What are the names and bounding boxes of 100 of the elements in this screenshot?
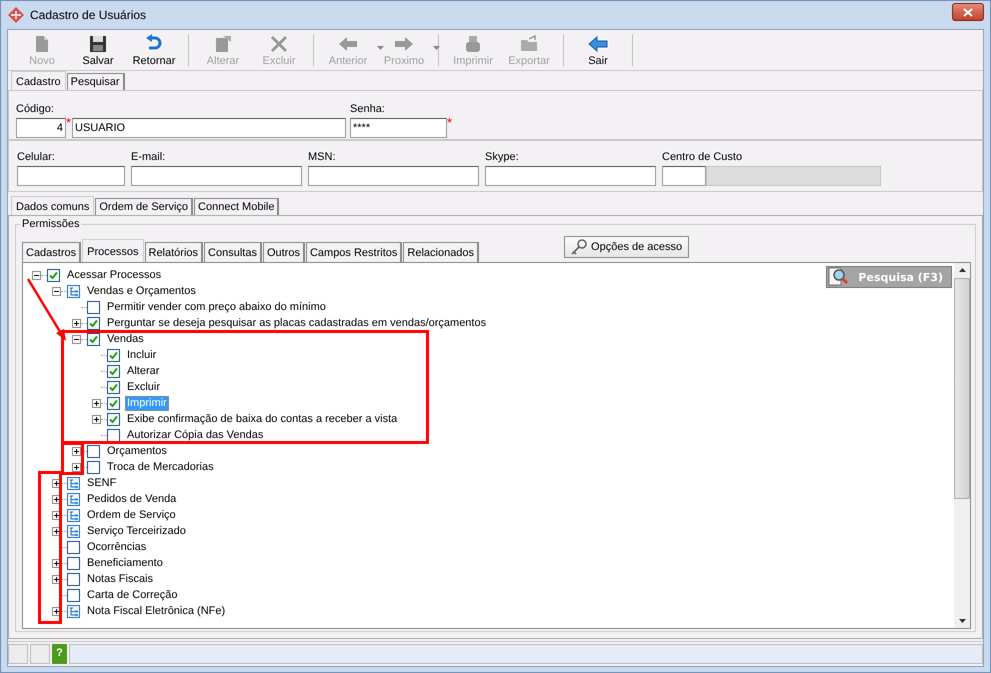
toolbar-button[interactable]: Retornar	[126, 30, 182, 70]
tree-item[interactable]: Vendas	[105, 332, 146, 346]
tab[interactable]: Dados comuns	[11, 196, 94, 215]
expand-icon[interactable]	[52, 558, 61, 568]
folder-icon	[519, 34, 539, 54]
checkbox[interactable]	[107, 380, 120, 394]
field-label: Skype:	[485, 151, 520, 164]
tree-list-icon	[67, 604, 80, 618]
checkbox[interactable]	[67, 540, 80, 554]
input-field[interactable]	[131, 166, 302, 186]
tree-item[interactable]: Orçamentos	[105, 444, 169, 458]
tab[interactable]: Cadastros	[22, 242, 82, 262]
scrollbar-thumb[interactable]	[954, 278, 970, 499]
tree-item[interactable]: Permitir vender com preço abaixo do mínimo	[105, 300, 328, 314]
field-label: MSN:	[308, 151, 336, 164]
collapse-icon[interactable]	[32, 270, 41, 280]
tree-item[interactable]: Exibe confirmação de baixa do contas a receber a vista	[125, 412, 400, 426]
tab[interactable]: Consultas	[204, 242, 262, 262]
expand-icon[interactable]	[52, 574, 61, 584]
tree-item[interactable]: Excluir	[125, 380, 162, 394]
field-label: Celular:	[17, 151, 56, 164]
close-button[interactable]	[952, 3, 984, 21]
tree-item[interactable]: Vendas e Orçamentos	[85, 284, 198, 298]
toolbar-button[interactable]: Salvar	[70, 30, 126, 70]
vertical-scrollbar[interactable]	[954, 263, 970, 628]
tab[interactable]: Campos Restritos	[306, 242, 402, 262]
tree-item[interactable]: Incluir	[125, 348, 158, 362]
tab[interactable]: Relacionados	[403, 242, 480, 262]
tree-item[interactable]: Autorizar Cópia das Vendas	[125, 428, 266, 442]
tree-list-icon	[67, 508, 80, 522]
tree-item[interactable]: Pedidos de Venda	[85, 492, 178, 506]
checkbox[interactable]	[87, 460, 100, 474]
expand-icon[interactable]	[52, 478, 61, 488]
tree-item[interactable]: Alterar	[125, 364, 162, 378]
name-field[interactable]: USUARIO	[72, 118, 346, 138]
tree-item[interactable]: Troca de Mercadorias	[105, 460, 216, 474]
tree-item[interactable]: Ocorrências	[85, 540, 148, 554]
tab[interactable]: Pesquisar	[66, 73, 125, 90]
checkbox[interactable]	[107, 428, 120, 442]
expand-icon[interactable]	[72, 462, 81, 472]
tree-list-icon	[67, 524, 80, 538]
checkbox[interactable]	[47, 268, 60, 282]
tree-item[interactable]: SENF	[85, 476, 118, 490]
code-field[interactable]: 4	[16, 118, 66, 138]
tab[interactable]: Processos	[82, 239, 144, 262]
input-field[interactable]	[662, 166, 706, 186]
app-logo-icon	[8, 7, 24, 23]
edit-icon	[213, 34, 233, 54]
password-field[interactable]: ****	[350, 118, 447, 138]
delete-x-icon	[269, 34, 289, 54]
checkbox[interactable]	[87, 316, 100, 330]
expand-icon[interactable]	[52, 606, 61, 616]
tree-item[interactable]: Perguntar se deseja pesquisar as placas cadastradas em vendas/orçamentos	[105, 316, 488, 330]
left-arrow-icon	[588, 34, 608, 54]
expand-icon[interactable]	[52, 526, 61, 536]
checkbox[interactable]	[107, 396, 120, 410]
toolbar-button[interactable]: Sair	[570, 30, 626, 70]
collapse-icon[interactable]	[52, 286, 61, 296]
checkbox[interactable]	[87, 332, 100, 346]
expand-icon[interactable]	[92, 398, 101, 408]
collapse-icon[interactable]	[72, 334, 81, 344]
tab[interactable]: Cadastro	[11, 71, 66, 90]
field-label: Senha:	[350, 103, 386, 116]
input-field[interactable]	[308, 166, 479, 186]
tab[interactable]: Relatórios	[144, 242, 204, 262]
input-field[interactable]	[17, 166, 125, 186]
status-panel	[30, 644, 50, 664]
annotation-arrow	[26, 277, 68, 343]
expand-icon[interactable]	[52, 510, 61, 520]
key-icon	[571, 239, 588, 255]
tree-item[interactable]: Carta de Correção	[85, 588, 180, 602]
tab[interactable]: Outros	[262, 242, 305, 262]
tree-item[interactable]: Acessar Processos	[65, 268, 164, 282]
expand-icon[interactable]	[52, 494, 61, 504]
tab[interactable]: Ordem de Serviço	[95, 198, 194, 215]
tree-list-icon	[67, 476, 80, 490]
checkbox[interactable]	[67, 572, 80, 586]
tree-item[interactable]: Nota Fiscal Eletrônica (NFe)	[85, 604, 228, 618]
tree-list-icon	[67, 284, 80, 298]
tree-item[interactable]: Ordem de Serviço	[85, 508, 178, 522]
input-field[interactable]	[485, 166, 656, 186]
checkbox[interactable]	[107, 348, 120, 362]
access-options-button[interactable]: Opções de acesso	[564, 236, 690, 258]
tree-item[interactable]: Serviço Terceirizado	[85, 524, 188, 538]
tree-list-icon	[67, 492, 80, 506]
expand-icon[interactable]	[72, 318, 81, 328]
checkbox[interactable]	[107, 412, 120, 426]
checkbox[interactable]	[87, 300, 100, 314]
tab[interactable]: Connect Mobile	[194, 198, 280, 215]
field-label: Centro de Custo	[662, 151, 744, 164]
tree-item[interactable]: Notas Fiscais	[85, 572, 156, 586]
expand-icon[interactable]	[72, 446, 81, 456]
help-icon[interactable]: ?	[52, 644, 67, 664]
checkbox[interactable]	[67, 556, 80, 570]
checkbox[interactable]	[107, 364, 120, 378]
checkbox[interactable]	[87, 444, 100, 458]
group-title: Permissões	[21, 218, 80, 230]
checkbox[interactable]	[67, 588, 80, 602]
tree-item[interactable]: Beneficiamento	[85, 556, 165, 570]
expand-icon[interactable]	[92, 414, 101, 424]
